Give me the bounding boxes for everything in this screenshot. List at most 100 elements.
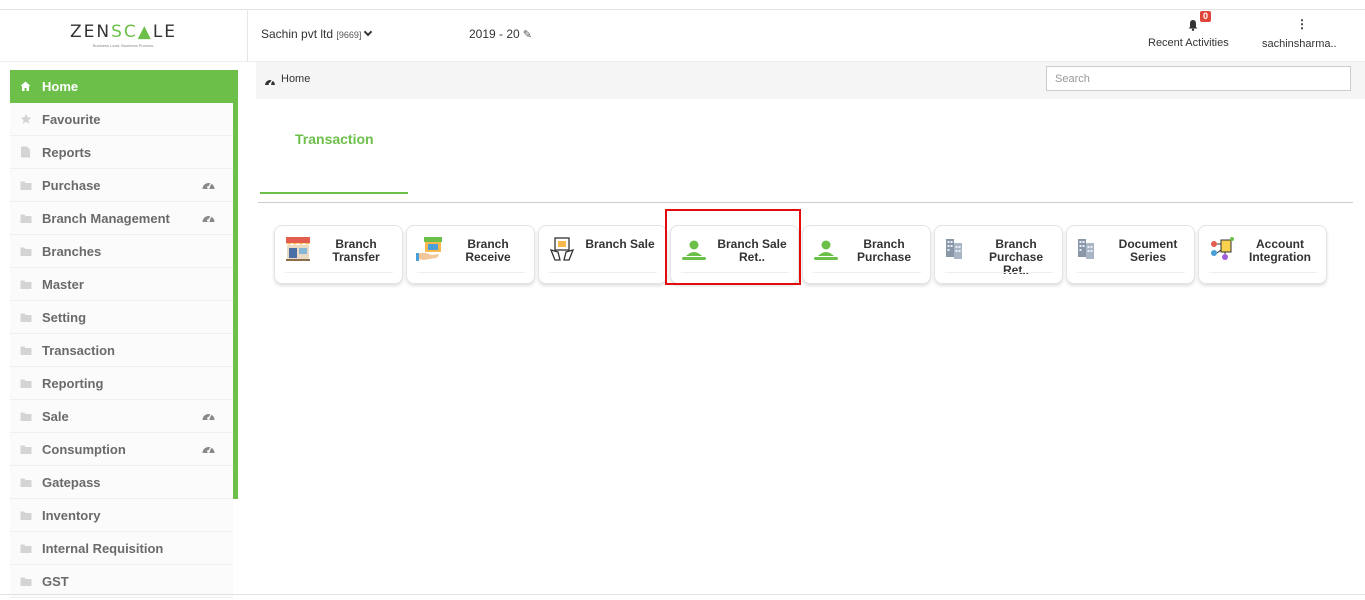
sidebar-item-master[interactable]: Master [10,268,233,301]
sidebar-item-label: Home [42,79,79,94]
folder-icon [20,542,32,554]
tile-label: Branch Transfer [332,237,380,264]
sidebar-item-label: Sale [42,409,69,424]
dashboard-icon[interactable] [202,443,215,455]
tile-branch-receive[interactable]: Branch Receive [406,225,535,284]
sidebar-item-branches[interactable]: Branches [10,235,233,268]
tab-active-underline [260,192,408,194]
dashboard-icon [264,74,276,86]
sidebar-item-inventory[interactable]: Inventory [10,499,233,532]
sidebar-item-label: Reporting [42,376,104,391]
chevron-down-icon [364,27,373,37]
sidebar-item-branch-management[interactable]: Branch Management [10,202,233,235]
tile-branch-purchase-ret[interactable]: Branch Purchase Ret.. [934,225,1063,284]
tab-divider [258,202,1353,203]
bottom-border [0,594,1365,595]
folder-icon [20,377,32,389]
sidebar-item-reports[interactable]: Reports [10,136,233,169]
folder-icon [20,443,32,455]
bell-icon[interactable] [1187,19,1199,31]
app: { "brand": {"name_a": "ZEN", "name_b": "… [0,0,1365,600]
kebab-menu-icon[interactable]: ⋮ [1296,18,1308,30]
sidebar-item-transaction[interactable]: Transaction [10,334,233,367]
top-header: Sachin pvt ltd [9669] 2019 - 20 ✎ 0 Recen… [248,10,1365,62]
folder-icon [20,179,32,191]
search-input[interactable] [1046,66,1351,91]
tile-divider [1077,272,1185,273]
folder-icon [20,575,32,587]
star-icon [20,113,32,125]
person-icon [680,236,708,262]
tile-divider [549,272,657,273]
sidebar: Home Favourite Reports Purchase Branch Manag… [10,70,238,600]
company-selector[interactable]: Sachin pvt ltd [9669] [261,27,373,41]
sidebar-item-purchase[interactable]: Purchase [10,169,233,202]
folder-icon [20,311,32,323]
sidebar-item-gatepass[interactable]: Gatepass [10,466,233,499]
sidebar-item-label: Internal Requisition [42,541,164,556]
sidebar-item-label: GST [42,574,69,589]
sidebar-item-label: Branches [42,244,102,259]
folder-icon [20,245,32,257]
fiscal-year-label: 2019 - 20 [469,27,520,41]
notification-badge: 0 [1200,11,1212,22]
sidebar-item-label: Gatepass [42,475,101,490]
sale-icon [548,236,576,262]
tab-transaction[interactable]: Transaction [295,131,374,147]
sidebar-item-label: Inventory [42,508,101,523]
sidebar-item-label: Purchase [42,178,101,193]
tile-label: Branch Receive [465,237,511,264]
sidebar-item-label: Transaction [42,343,115,358]
sidebar-item-consumption[interactable]: Consumption [10,433,233,466]
tile-label: Branch Purchase [856,237,912,264]
hand-shop-icon [416,236,444,262]
folder-icon [20,212,32,224]
tile-account-integration[interactable]: Account Integration [1198,225,1327,284]
dashboard-icon[interactable] [202,410,215,422]
folder-icon [20,476,32,488]
company-name: Sachin pvt ltd [261,27,334,41]
fiscal-year[interactable]: 2019 - 20 ✎ [469,27,532,41]
sidebar-item-favourite[interactable]: Favourite [10,103,233,136]
folder-icon [20,278,32,290]
user-menu[interactable]: sachinsharma.. [1262,38,1337,50]
sidebar-item-label: Branch Management [42,211,170,226]
tile-divider [285,272,393,273]
sidebar-item-label: Setting [42,310,87,325]
folder-icon [20,410,32,422]
sidebar-item-home[interactable]: Home [10,70,233,103]
folder-icon [20,509,32,521]
logo-wordmark: ZENSC▲LE [69,22,178,42]
folder-icon [20,344,32,356]
shop-icon [284,236,312,262]
logo[interactable]: ZENSC▲LE Business Lead. Business Process… [0,10,248,62]
recent-activities-link[interactable]: Recent Activities [1148,37,1229,49]
breadcrumb-bar: Home [256,62,1365,99]
integration-icon [1208,236,1236,262]
sidebar-item-internal-requisition[interactable]: Internal Requisition [10,532,233,565]
company-code: [9669] [336,30,362,40]
logo-tagline: Business Lead. Business Process. [92,43,155,48]
sidebar-scrollbar[interactable] [233,70,238,499]
edit-icon[interactable]: ✎ [523,29,532,41]
buildings-icon [944,236,972,262]
sidebar-item-sale[interactable]: Sale [10,400,233,433]
breadcrumb-home[interactable]: Home [281,73,310,85]
dashboard-icon[interactable] [202,179,215,191]
sidebar-item-label: Reports [42,145,92,160]
tile-document-series[interactable]: Document Series [1066,225,1195,284]
tile-divider [813,272,921,273]
sidebar-item-reporting[interactable]: Reporting [10,367,233,400]
tile-label: Branch Sale Ret.. [717,237,787,264]
tile-divider [1209,272,1317,273]
tile-branch-transfer[interactable]: Branch Transfer [274,225,403,284]
buildings-icon [1076,236,1104,262]
home-icon [20,80,31,92]
sidebar-item-setting[interactable]: Setting [10,301,233,334]
dashboard-icon[interactable] [202,212,215,224]
tile-branch-sale-ret[interactable]: Branch Sale Ret.. [670,225,799,284]
tile-branch-sale[interactable]: Branch Sale [538,225,667,284]
tile-label: Branch Sale [585,237,655,251]
tile-branch-purchase[interactable]: Branch Purchase [802,225,931,284]
tile-label: Account Integration [1249,237,1311,264]
